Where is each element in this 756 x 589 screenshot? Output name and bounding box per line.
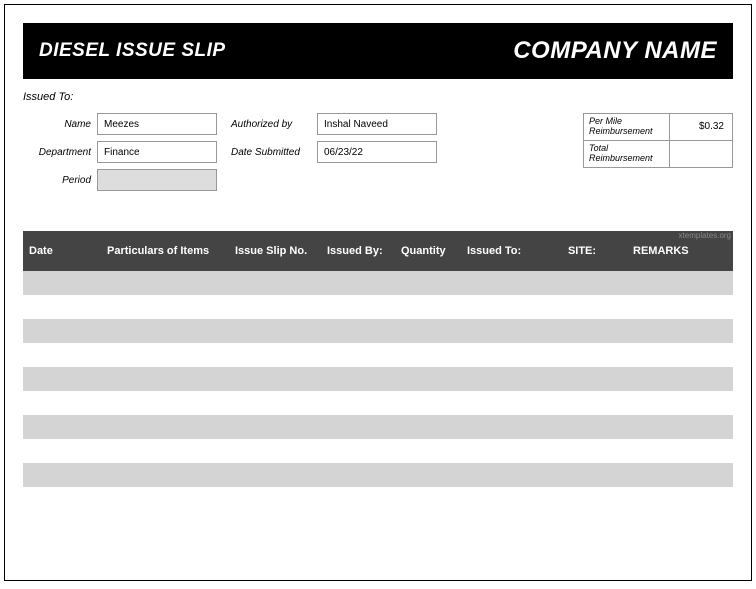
th-date: Date (23, 245, 101, 257)
table-row[interactable] (23, 271, 733, 295)
watermark: xtemplates.org (679, 231, 731, 240)
authorized-input[interactable]: Inshal Naveed (317, 113, 437, 135)
th-site: SITE: (537, 245, 627, 257)
name-field-row: Name Meezes (23, 113, 217, 135)
name-label: Name (23, 119, 91, 130)
table-row[interactable] (23, 319, 733, 343)
table-body (23, 271, 733, 487)
date-submitted-label: Date Submitted (231, 147, 311, 158)
table-row[interactable] (23, 415, 733, 439)
reimbursement-box: Per Mile Reimbursement $0.32 Total Reimb… (583, 113, 733, 168)
total-reimb-value (670, 141, 732, 167)
per-mile-value: $0.32 (670, 114, 732, 140)
name-input[interactable]: Meezes (97, 113, 217, 135)
table-row[interactable] (23, 295, 733, 319)
department-input[interactable]: Finance (97, 141, 217, 163)
form-column-middle: Authorized by Inshal Naveed Date Submitt… (231, 113, 437, 163)
department-label: Department (23, 147, 91, 158)
table-container: Date Particulars of Items Issue Slip No.… (23, 231, 733, 487)
per-mile-label: Per Mile Reimbursement (584, 114, 670, 140)
authorized-label: Authorized by (231, 119, 311, 130)
th-particulars: Particulars of Items (101, 245, 229, 257)
department-field-row: Department Finance (23, 141, 217, 163)
authorized-field-row: Authorized by Inshal Naveed (231, 113, 437, 135)
issued-to-label: Issued To: (23, 91, 733, 103)
per-mile-row: Per Mile Reimbursement $0.32 (583, 113, 733, 141)
form-area: Name Meezes Department Finance Period Au… (23, 113, 733, 191)
table-row[interactable] (23, 439, 733, 463)
period-field-row: Period (23, 169, 217, 191)
company-name: COMPANY NAME (513, 37, 717, 65)
total-reimb-row: Total Reimbursement (583, 141, 733, 168)
th-slip-no: Issue Slip No. (229, 245, 321, 257)
th-issued-to: Issued To: (461, 245, 537, 257)
date-submitted-field-row: Date Submitted 06/23/22 (231, 141, 437, 163)
total-reimb-label: Total Reimbursement (584, 141, 670, 167)
document-frame: DIESEL ISSUE SLIP COMPANY NAME Issued To… (4, 4, 752, 581)
table-row[interactable] (23, 367, 733, 391)
date-submitted-input[interactable]: 06/23/22 (317, 141, 437, 163)
th-issued-by: Issued By: (321, 245, 395, 257)
th-quantity: Quantity (395, 245, 461, 257)
table-row[interactable] (23, 463, 733, 487)
table-header: Date Particulars of Items Issue Slip No.… (23, 231, 733, 271)
th-remarks: REMARKS (627, 245, 727, 257)
period-input[interactable] (97, 169, 217, 191)
document-title: DIESEL ISSUE SLIP (39, 40, 226, 62)
table-row[interactable] (23, 391, 733, 415)
period-label: Period (23, 175, 91, 186)
header-bar: DIESEL ISSUE SLIP COMPANY NAME (23, 23, 733, 79)
form-column-left: Name Meezes Department Finance Period (23, 113, 217, 191)
table-row[interactable] (23, 343, 733, 367)
